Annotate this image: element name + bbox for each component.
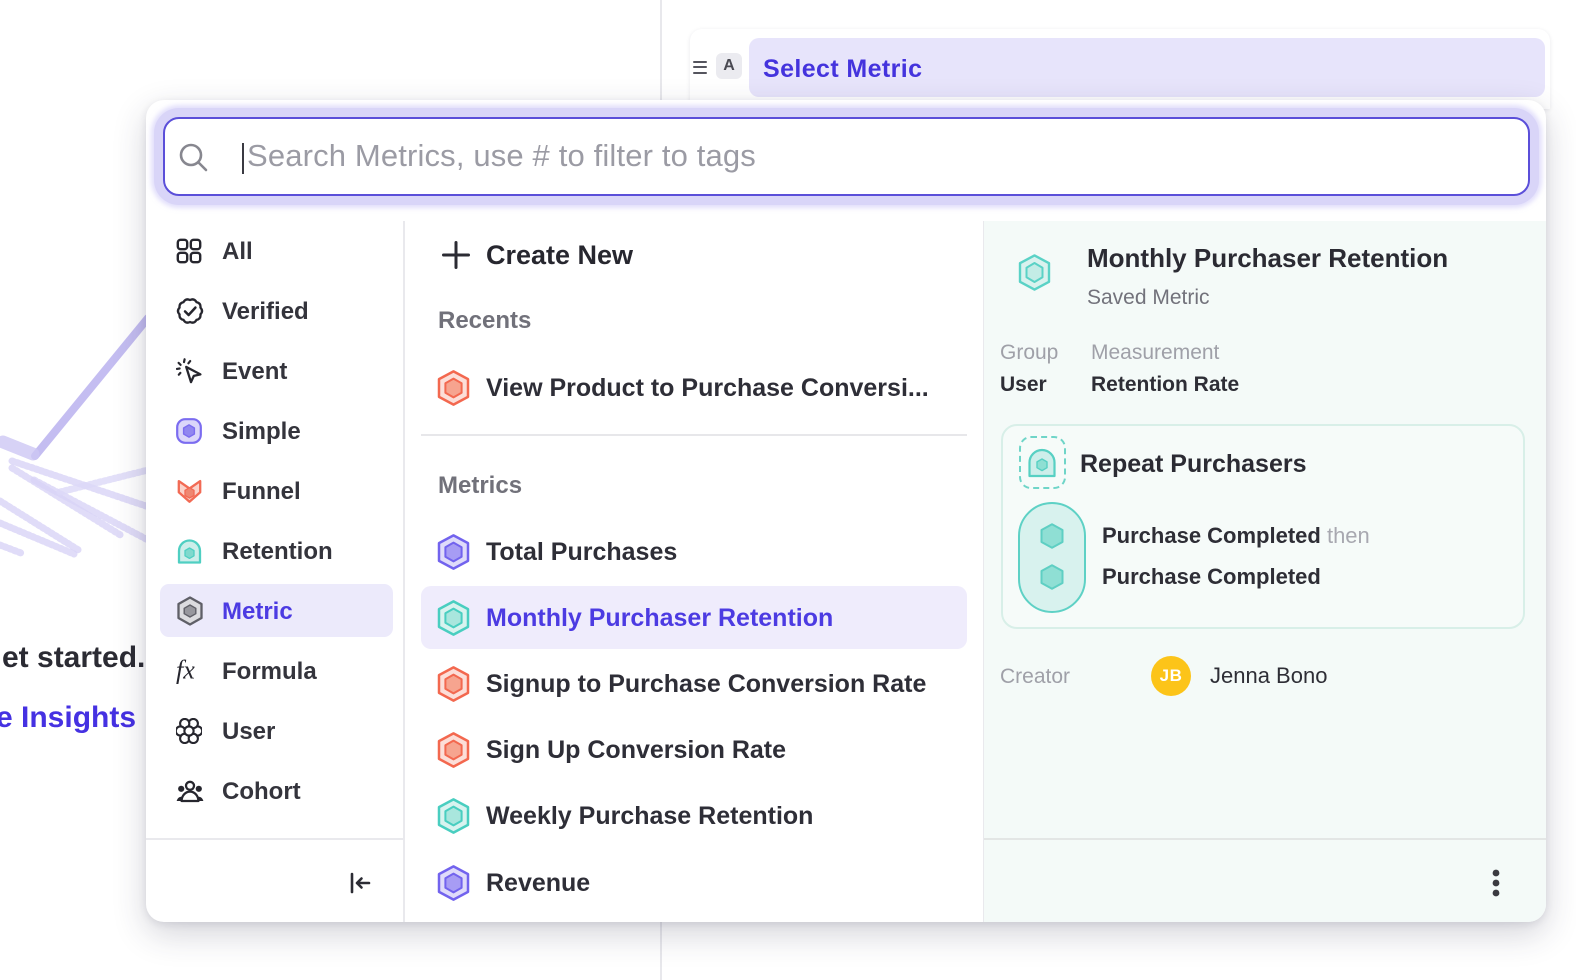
svg-text:fx: fx xyxy=(176,657,195,685)
